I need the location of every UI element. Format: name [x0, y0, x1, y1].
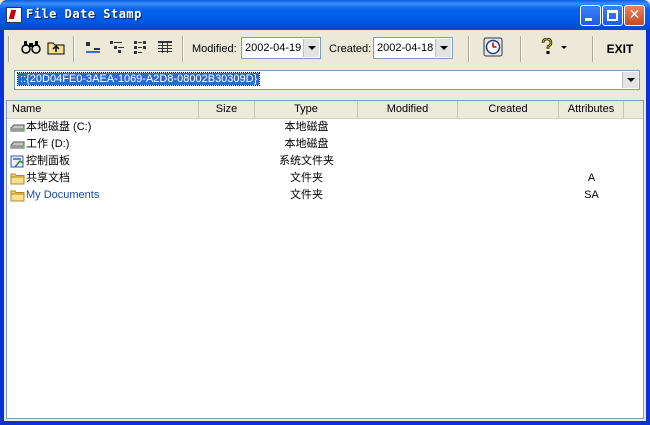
title-bar[interactable]: File Date Stamp ✕ — [0, 0, 650, 30]
up-folder-icon[interactable] — [45, 36, 67, 58]
minimize-icon — [585, 18, 592, 21]
created-date-value: 2002-04-18 — [377, 42, 434, 54]
column-header-type[interactable]: Type — [255, 101, 358, 118]
minimize-button[interactable] — [580, 5, 601, 26]
binoculars-icon[interactable] — [20, 36, 42, 58]
modified-date-picker[interactable]: 2002-04-19 — [241, 37, 321, 59]
file-list[interactable]: Name Size Type Modified Created Attribut… — [6, 100, 644, 419]
row-attributes: SA — [584, 189, 599, 201]
control-panel-icon — [10, 155, 24, 168]
row-attributes: A — [587, 172, 596, 184]
chevron-down-icon — [627, 78, 635, 82]
window-title: File Date Stamp — [26, 7, 142, 21]
address-value: ::{20D04FE0-3AEA-1069-A2D8-08002B30309D} — [16, 72, 261, 86]
address-combobox[interactable]: ::{20D04FE0-3AEA-1069-A2D8-08002B30309D} — [14, 70, 640, 90]
row-name: 共享文档 — [26, 172, 70, 184]
drive-icon — [10, 124, 25, 132]
list-row[interactable]: 共享文档 文件夹 A — [7, 170, 643, 187]
help-dropdown-button[interactable] — [560, 45, 570, 53]
toolbar-separator — [73, 36, 75, 62]
list-row[interactable]: 本地磁盘 (C:) 本地磁盘 — [7, 119, 643, 136]
row-type: 文件夹 — [290, 172, 323, 184]
chevron-down-icon — [440, 46, 448, 50]
client-area: Modified: 2002-04-19 Created: 2002-04-18 — [4, 30, 646, 421]
toolbar-separator — [520, 36, 522, 62]
column-header-created[interactable]: Created — [458, 101, 559, 118]
folder-icon — [10, 190, 25, 202]
address-dropdown-button[interactable] — [622, 72, 638, 88]
list-header: Name Size Type Modified Created Attribut… — [7, 101, 643, 119]
toolbar-grip — [8, 36, 10, 62]
close-icon: ✕ — [628, 7, 641, 23]
row-name: My Documents — [26, 189, 100, 201]
list-row[interactable]: 工作 (D:) 本地磁盘 — [7, 136, 643, 153]
row-type: 文件夹 — [290, 189, 323, 201]
maximize-icon — [607, 10, 618, 21]
row-name: 本地磁盘 (C:) — [26, 121, 92, 133]
column-header-name[interactable]: Name — [7, 101, 199, 118]
created-label: Created: — [329, 43, 372, 55]
row-name: 控制面板 — [26, 155, 70, 167]
chevron-down-icon — [561, 46, 567, 49]
help-icon[interactable] — [536, 36, 558, 58]
row-name: 工作 (D:) — [26, 138, 70, 150]
toolbar-separator — [182, 36, 184, 62]
row-type: 本地磁盘 — [284, 138, 329, 150]
chevron-down-icon — [308, 46, 316, 50]
maximize-button[interactable] — [602, 5, 623, 26]
toolbar: Modified: 2002-04-19 Created: 2002-04-18 — [6, 32, 644, 64]
small-icons-view-icon[interactable] — [106, 36, 128, 58]
toolbar-separator — [592, 36, 594, 62]
exit-button[interactable]: EXIT — [598, 35, 642, 63]
created-dropdown-button[interactable] — [435, 39, 451, 57]
modified-dropdown-button[interactable] — [303, 39, 319, 57]
column-header-size[interactable]: Size — [199, 101, 255, 118]
details-view-icon[interactable] — [154, 36, 176, 58]
modified-label: Modified: — [192, 43, 237, 55]
app-window: File Date Stamp ✕ Modified: 2002-04-19 C… — [0, 0, 650, 425]
clock-icon[interactable] — [482, 36, 504, 58]
large-icons-view-icon[interactable] — [82, 36, 104, 58]
row-type: 系统文件夹 — [279, 155, 334, 167]
column-header-modified[interactable]: Modified — [358, 101, 458, 118]
folder-icon — [10, 173, 25, 185]
close-button[interactable]: ✕ — [624, 5, 645, 26]
column-header-attributes[interactable]: Attributes — [559, 101, 624, 118]
list-view-icon[interactable] — [130, 36, 152, 58]
list-row[interactable]: 控制面板 系统文件夹 — [7, 153, 643, 170]
toolbar-separator — [468, 36, 470, 62]
created-date-picker[interactable]: 2002-04-18 — [373, 37, 453, 59]
drive-icon — [10, 141, 25, 149]
app-icon[interactable] — [6, 7, 22, 23]
modified-date-value: 2002-04-19 — [245, 42, 302, 54]
row-type: 本地磁盘 — [284, 121, 329, 133]
list-row[interactable]: My Documents 文件夹 SA — [7, 187, 643, 204]
